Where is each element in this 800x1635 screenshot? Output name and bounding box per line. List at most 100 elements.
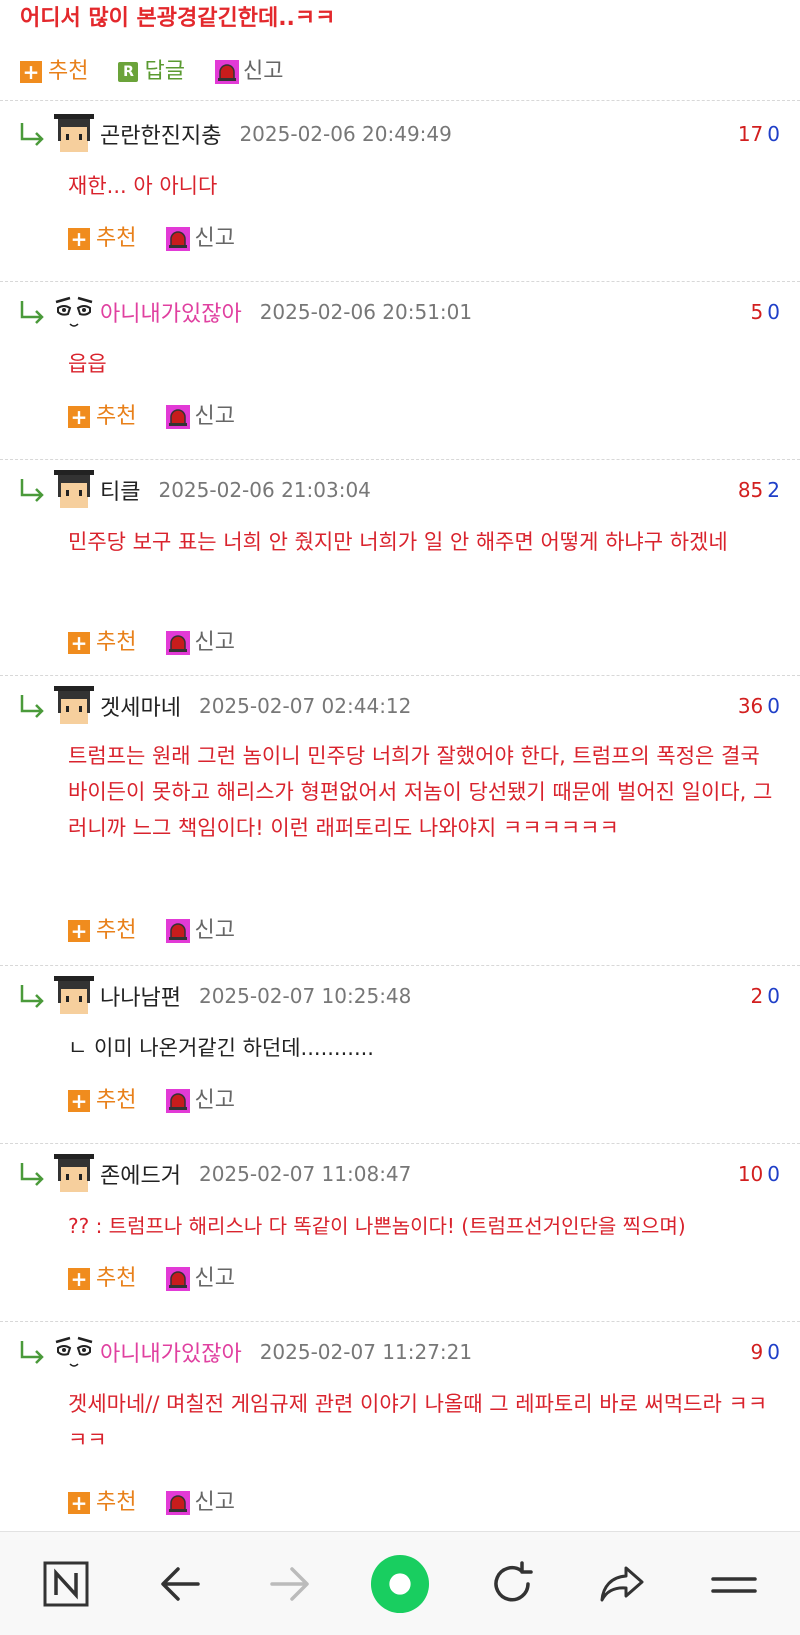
share-button[interactable] — [592, 1554, 652, 1614]
downvote-count: 0 — [767, 694, 780, 718]
comment-actions: + 추천 신고 — [68, 224, 265, 254]
siren-icon — [166, 919, 191, 943]
report-label: 신고 — [242, 59, 284, 84]
comment-date: 2025-02-06 20:49:49 — [239, 122, 452, 146]
comment-report-button[interactable]: 신고 — [166, 628, 235, 658]
back-button[interactable] — [150, 1554, 210, 1614]
naver-n-icon — [43, 1561, 89, 1607]
comment-nickname[interactable]: 존에드거 — [100, 1158, 181, 1190]
menu-button[interactable] — [704, 1554, 764, 1614]
comment-date: 2025-02-07 02:44:12 — [198, 694, 412, 718]
report-label: 신고 — [194, 1266, 235, 1291]
anime-face-avatar-icon — [55, 296, 93, 327]
comment-actions: + 추천 신고 — [68, 1264, 265, 1294]
comment-recommend-button[interactable]: + 추천 — [68, 1086, 136, 1116]
vote-counts: 17 0 — [738, 122, 780, 146]
pixel-man-avatar-icon — [54, 686, 94, 724]
comment-header: 존에드거 2025-02-07 11:08:47 — [18, 1152, 411, 1196]
recommend-label: 추천 — [96, 1490, 137, 1515]
comment-report-button[interactable]: 신고 — [166, 1086, 235, 1116]
comment-date: 2025-02-07 11:08:47 — [198, 1162, 412, 1186]
comment-item: 존에드거 2025-02-07 11:08:47 10 0 ?? : 트럼프나 해… — [0, 1152, 800, 1308]
report-label: 신고 — [194, 404, 235, 429]
comment-report-button[interactable]: 신고 — [166, 1264, 235, 1294]
pixel-man-avatar-icon — [54, 114, 94, 152]
comment-report-button[interactable]: 신고 — [166, 224, 235, 254]
comment-recommend-button[interactable]: + 추천 — [68, 402, 136, 432]
anime-face-avatar-icon — [55, 1336, 93, 1367]
pixel-man-avatar-icon — [54, 976, 94, 1014]
recommend-label: 추천 — [96, 226, 137, 251]
vote-counts: 20 — [751, 984, 780, 1008]
post-reply-button[interactable]: R 답글 — [118, 57, 185, 87]
recommend-label: 추천 — [48, 59, 89, 84]
upvote-count: 36 — [737, 694, 764, 718]
comment-date: 2025-02-06 20:51:01 — [259, 300, 473, 324]
refresh-icon — [494, 1561, 533, 1602]
comment-header: 아니내가있잖아 2025-02-06 20:51:01 — [18, 290, 472, 334]
comment-text: ㄴ 이미 나온거같긴 하던데........... — [68, 1036, 374, 1060]
recommend-label: 추천 — [96, 404, 137, 429]
divider — [0, 281, 800, 282]
plus-icon: + — [68, 406, 90, 428]
vote-counts: 50 — [751, 300, 780, 324]
comment-recommend-button[interactable]: + 추천 — [68, 1264, 136, 1294]
comment-nickname[interactable]: 아니내가있잖아 — [100, 1336, 242, 1368]
reply-arrow-icon — [20, 1163, 44, 1186]
plus-icon: + — [68, 1268, 90, 1290]
naver-home-button[interactable] — [36, 1554, 96, 1614]
back-arrow-icon — [161, 1567, 200, 1601]
upvote-count: 9 — [750, 1340, 764, 1364]
comment-report-button[interactable]: 신고 — [166, 1488, 235, 1518]
siren-icon — [166, 1089, 191, 1113]
comment-nickname[interactable]: 나나남편 — [100, 980, 181, 1012]
vote-counts: 90 — [751, 1340, 780, 1364]
plus-icon: + — [68, 228, 90, 250]
comment-text: ?? : 트럼프나 해리스나 다 똑같이 나쁜놈이다! (트럼프선거인단을 찍으… — [68, 1214, 686, 1238]
comment-nickname[interactable]: 아니내가있잖아 — [100, 296, 242, 328]
report-label: 신고 — [194, 630, 235, 655]
vote-counts: 10 0 — [738, 1162, 780, 1186]
post-report-button[interactable]: 신고 — [214, 57, 284, 87]
comment-actions: + 추천 신고 — [68, 916, 265, 946]
downvote-count: 0 — [767, 1340, 780, 1364]
comment-report-button[interactable]: 신고 — [166, 916, 235, 946]
post-recommend-button[interactable]: + 추천 — [20, 57, 88, 87]
divider — [0, 1143, 800, 1144]
comment-item: 곤란한진지충 2025-02-06 20:49:49 17 0 재한... 아 아… — [0, 112, 800, 268]
comment-date: 2025-02-06 21:03:04 — [158, 478, 371, 502]
pixel-man-avatar-icon — [54, 1154, 94, 1192]
divider — [0, 675, 800, 676]
siren-icon — [166, 631, 191, 655]
browser-bottom-bar — [0, 1531, 800, 1635]
reply-arrow-icon — [20, 985, 44, 1008]
comment-recommend-button[interactable]: + 추천 — [68, 916, 136, 946]
comment-recommend-button[interactable]: + 추천 — [68, 628, 136, 658]
green-dot-button[interactable] — [370, 1554, 430, 1614]
comment-report-button[interactable]: 신고 — [166, 402, 235, 432]
comment-header: 곤란한진지충 2025-02-06 20:49:49 — [18, 112, 452, 156]
comment-nickname[interactable]: 겟세마네 — [100, 690, 181, 722]
comment-date: 2025-02-07 10:25:48 — [198, 984, 412, 1008]
siren-icon — [214, 60, 239, 84]
comment-item: 티클 2025-02-06 21:03:04 85 2 민주당 보구 표는 너희 … — [0, 468, 800, 668]
reply-arrow-icon — [20, 479, 44, 502]
comment-text: 재한... 아 아니다 — [68, 174, 218, 198]
divider — [0, 965, 800, 966]
comment-recommend-button[interactable]: + 추천 — [68, 1488, 136, 1518]
recommend-label: 추천 — [96, 1088, 137, 1113]
plus-icon: + — [68, 920, 90, 942]
comment-nickname[interactable]: 곤란한진지충 — [100, 118, 221, 150]
comment-header: 티클 2025-02-06 21:03:04 — [18, 468, 371, 512]
comment-actions: + 추천 신고 — [68, 1488, 265, 1518]
divider — [0, 459, 800, 460]
refresh-button[interactable] — [482, 1554, 542, 1614]
share-icon — [600, 1566, 644, 1602]
comment-nickname[interactable]: 티클 — [100, 474, 140, 506]
comment-recommend-button[interactable]: + 추천 — [68, 224, 136, 254]
siren-icon — [166, 227, 191, 251]
forward-button[interactable] — [260, 1554, 320, 1614]
comment-header: 겟세마네 2025-02-07 02:44:12 — [18, 684, 411, 728]
plus-icon: + — [68, 1492, 90, 1514]
forward-arrow-icon — [270, 1567, 309, 1601]
